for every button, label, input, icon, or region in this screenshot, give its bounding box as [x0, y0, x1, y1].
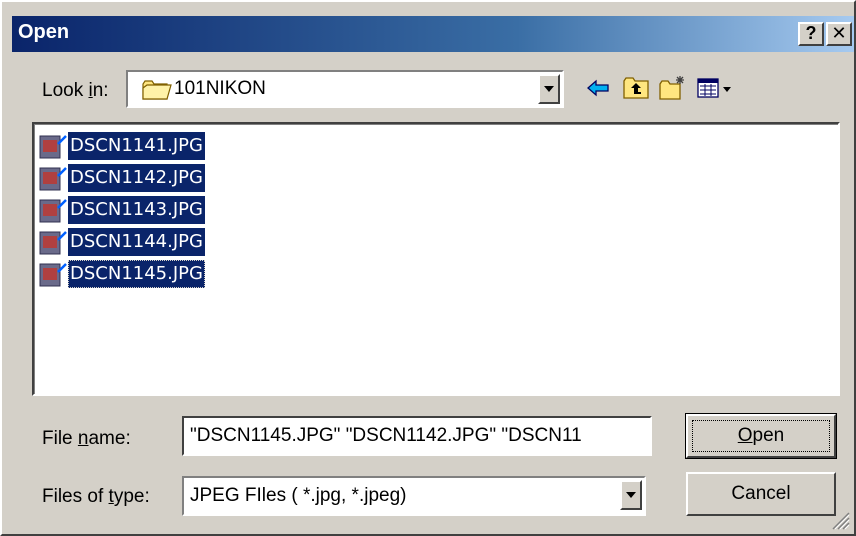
open-button-focus: Open — [692, 420, 830, 452]
resize-grip-icon[interactable] — [828, 508, 850, 530]
look-in-dropdown[interactable]: 101NIKON — [126, 70, 564, 108]
image-file-icon — [39, 231, 67, 255]
view-menu-icon[interactable] — [696, 74, 736, 102]
close-button[interactable]: ✕ — [826, 22, 852, 46]
file-item[interactable]: DSCN1142.JPG — [38, 162, 224, 194]
files-of-type-label: Files of type: — [42, 486, 150, 507]
image-file-icon — [39, 135, 67, 159]
chevron-down-icon — [626, 492, 636, 498]
files-of-type-dropdown-button[interactable] — [620, 480, 642, 510]
title-bar[interactable]: Open ? ✕ — [12, 16, 854, 52]
back-arrow-icon[interactable] — [584, 74, 612, 102]
file-item[interactable]: DSCN1145.JPG — [38, 258, 224, 290]
close-icon: ✕ — [831, 23, 847, 43]
file-name-label: File name: — [42, 428, 131, 449]
new-folder-icon[interactable] — [658, 74, 686, 102]
look-in-dropdown-button[interactable] — [538, 74, 560, 104]
chevron-down-icon — [544, 86, 554, 92]
open-dialog: Open ? ✕ Look in: 101NIKON DSCN1141.JPG … — [0, 0, 856, 536]
files-of-type-dropdown[interactable]: JPEG FIles ( *.jpg, *.jpeg) — [182, 476, 646, 516]
file-name: DSCN1142.JPG — [68, 164, 205, 192]
files-of-type-value: JPEG FIles ( *.jpg, *.jpeg) — [190, 485, 407, 506]
file-name: DSCN1141.JPG — [68, 132, 205, 160]
image-file-icon — [39, 263, 67, 287]
file-item[interactable]: DSCN1143.JPG — [38, 194, 224, 226]
look-in-value: 101NIKON — [174, 78, 266, 99]
image-file-icon — [39, 199, 67, 223]
file-name: DSCN1145.JPG — [68, 260, 205, 288]
help-button[interactable]: ? — [798, 22, 824, 46]
file-list[interactable]: DSCN1141.JPG DSCN1142.JPG DSCN1143.JPG D… — [32, 122, 840, 396]
file-item[interactable]: DSCN1144.JPG — [38, 226, 224, 258]
open-button[interactable]: Open — [685, 413, 837, 459]
up-folder-icon[interactable] — [622, 74, 650, 102]
file-name: DSCN1144.JPG — [68, 228, 205, 256]
image-file-icon — [39, 167, 67, 191]
look-in-label: Look in: — [42, 80, 109, 101]
dialog-title: Open — [18, 21, 70, 43]
file-name: DSCN1143.JPG — [68, 196, 205, 224]
file-item[interactable]: DSCN1141.JPG — [38, 130, 224, 162]
cancel-button[interactable]: Cancel — [686, 472, 836, 516]
file-name-input[interactable] — [182, 416, 652, 456]
folder-icon — [142, 80, 172, 100]
